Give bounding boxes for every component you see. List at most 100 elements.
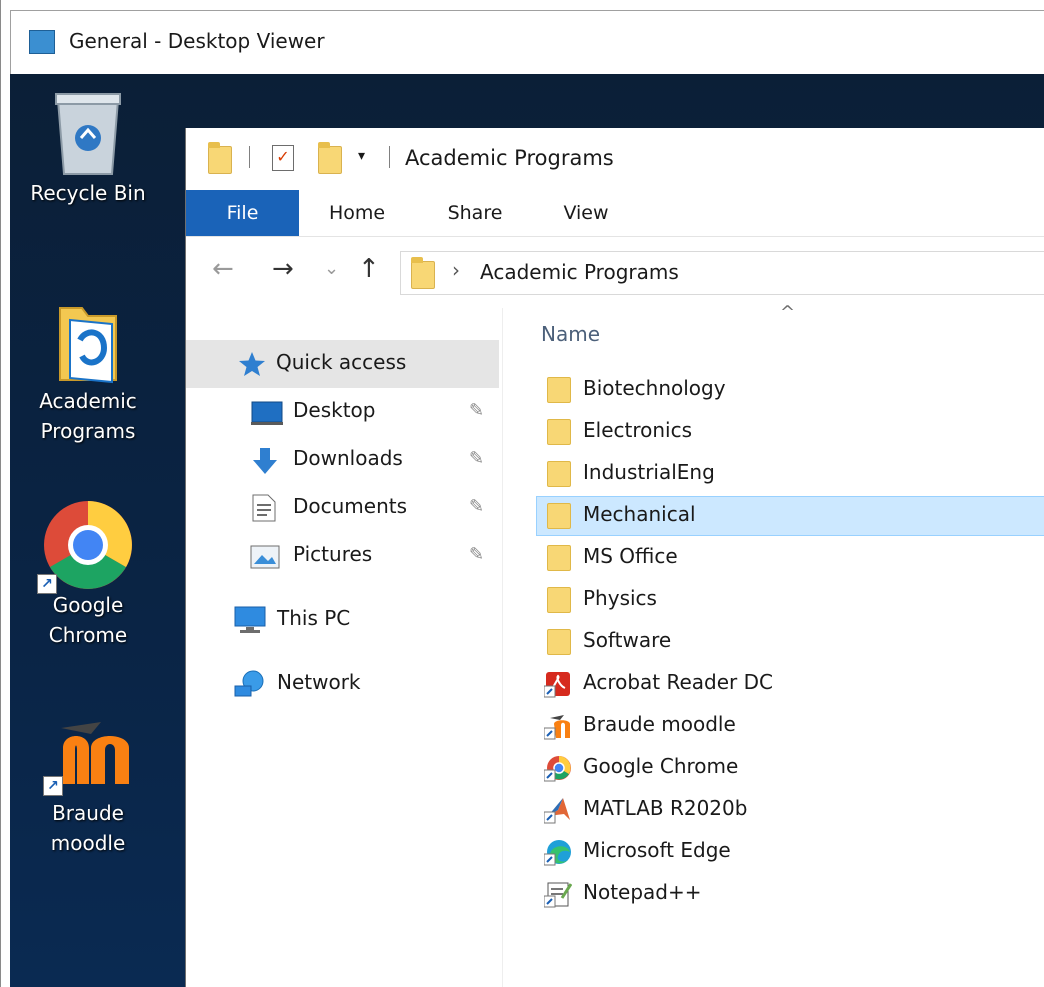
- file-name: Braude moodle: [583, 712, 736, 736]
- list-item[interactable]: Braude moodle: [536, 706, 1044, 746]
- folder-icon: [547, 461, 571, 487]
- nav-item-network[interactable]: Network: [186, 660, 499, 708]
- pin-icon[interactable]: ✎: [469, 448, 484, 469]
- navigation-pane: Quick access Desktop ✎ Downloads ✎ Docum…: [186, 308, 503, 987]
- file-name: Electronics: [583, 418, 693, 442]
- computer-icon: [234, 606, 266, 638]
- nav-item-label: This PC: [277, 606, 351, 630]
- nav-item-quick-access[interactable]: Quick access: [186, 340, 499, 388]
- list-item[interactable]: Acrobat Reader DC: [536, 664, 1044, 704]
- viewer-title: General - Desktop Viewer: [69, 29, 325, 53]
- pin-icon[interactable]: ✎: [469, 400, 484, 421]
- file-name: MS Office: [583, 544, 678, 568]
- folder-icon: [547, 377, 571, 403]
- folder-icon: [547, 419, 571, 445]
- list-item[interactable]: MATLAB R2020b: [536, 790, 1044, 830]
- network-icon: [234, 670, 266, 702]
- file-name: Notepad++: [583, 880, 702, 904]
- list-item-selected[interactable]: Mechanical: [536, 496, 1044, 536]
- document-icon: [252, 494, 276, 526]
- tab-home[interactable]: Home: [314, 190, 400, 236]
- folder-icon: [547, 545, 571, 571]
- file-name: MATLAB R2020b: [583, 796, 748, 820]
- customize-toolbar-dropdown[interactable]: ▾: [358, 148, 365, 164]
- file-explorer-window: ✓ ▾ Academic Programs File Home Share Vi…: [185, 128, 1044, 987]
- star-icon: [238, 351, 266, 381]
- folder-icon: [56, 300, 120, 386]
- desktop-icon: [251, 401, 283, 429]
- desktop-icon-label: Academic Programs: [39, 389, 137, 443]
- folder-icon: [547, 629, 571, 655]
- list-item[interactable]: Software: [536, 622, 1044, 662]
- shortcut-arrow-icon: ↗: [43, 776, 63, 796]
- recent-locations-button[interactable]: ⌄: [324, 258, 339, 279]
- file-name: Physics: [583, 586, 657, 610]
- desktop-icon-label: Braude moodle: [50, 801, 126, 855]
- nav-item-documents[interactable]: Documents ✎: [186, 484, 499, 532]
- list-item[interactable]: Notepad++: [536, 874, 1044, 914]
- nav-item-this-pc[interactable]: This PC: [186, 596, 499, 644]
- moodle-icon: [543, 712, 572, 740]
- edge-icon: [543, 838, 572, 866]
- file-list: ^ Name Biotechnology Electronics Industr…: [504, 302, 1044, 987]
- file-name: Google Chrome: [583, 754, 739, 778]
- list-item[interactable]: IndustrialEng: [536, 454, 1044, 494]
- tab-view[interactable]: View: [546, 190, 626, 236]
- desktop-icon-label: Recycle Bin: [30, 181, 146, 205]
- viewer-titlebar[interactable]: General - Desktop Viewer: [10, 10, 1044, 74]
- moodle-icon: ↗: [41, 718, 135, 796]
- list-item[interactable]: Google Chrome: [536, 748, 1044, 788]
- matlab-icon: [543, 796, 572, 824]
- nav-item-downloads[interactable]: Downloads ✎: [186, 436, 499, 484]
- recycle-bin-icon: [48, 88, 128, 178]
- address-bar-row: ← → ⌄ ↑ › Academic Programs: [186, 238, 1044, 308]
- toolbar-separator: [389, 146, 390, 168]
- nav-item-label: Documents: [293, 494, 408, 518]
- tab-share[interactable]: Share: [432, 190, 518, 236]
- nav-item-label: Desktop: [293, 398, 376, 422]
- nav-item-label: Pictures: [293, 542, 373, 566]
- new-folder-icon[interactable]: [318, 142, 342, 174]
- nav-item-pictures[interactable]: Pictures ✎: [186, 532, 499, 580]
- file-name: Software: [583, 628, 672, 652]
- up-button[interactable]: ↑: [358, 254, 380, 284]
- desktop-icon-recycle-bin[interactable]: Recycle Bin: [13, 88, 163, 208]
- folder-icon: [547, 503, 571, 529]
- folder-icon: [547, 587, 571, 613]
- list-item[interactable]: MS Office: [536, 538, 1044, 578]
- list-item[interactable]: Microsoft Edge: [536, 832, 1044, 872]
- breadcrumb-chevron[interactable]: ›: [452, 258, 460, 282]
- back-button[interactable]: ←: [212, 254, 234, 284]
- list-item[interactable]: Physics: [536, 580, 1044, 620]
- pin-icon[interactable]: ✎: [469, 544, 484, 565]
- download-arrow-icon: [250, 446, 280, 480]
- chrome-icon: ↗: [37, 500, 133, 594]
- desktop-icon-braude-moodle[interactable]: ↗ Braude moodle: [13, 718, 163, 858]
- desktop-icon-google-chrome[interactable]: ↗ Google Chrome: [13, 500, 163, 650]
- file-name: Mechanical: [583, 502, 696, 526]
- list-item[interactable]: Biotechnology: [536, 370, 1044, 410]
- list-item[interactable]: Electronics: [536, 412, 1044, 452]
- sort-ascending-icon: ^: [780, 302, 796, 323]
- breadcrumb-current[interactable]: Academic Programs: [480, 260, 679, 284]
- desktop-icon-academic-programs[interactable]: Academic Programs: [13, 300, 163, 446]
- ribbon-tabs: File Home Share View: [186, 190, 1044, 237]
- nav-item-label: Quick access: [276, 350, 407, 374]
- column-header-name[interactable]: Name: [541, 322, 600, 346]
- properties-check-icon[interactable]: ✓: [272, 145, 294, 171]
- tab-file[interactable]: File: [186, 190, 299, 236]
- pictures-icon: [250, 545, 280, 573]
- file-name: Biotechnology: [583, 376, 726, 400]
- address-bar[interactable]: › Academic Programs: [400, 251, 1044, 295]
- nav-item-label: Network: [277, 670, 361, 694]
- acrobat-icon: [543, 670, 572, 698]
- nav-item-desktop[interactable]: Desktop ✎: [186, 388, 499, 436]
- pin-icon[interactable]: ✎: [469, 496, 484, 517]
- quick-access-toolbar: ✓ ▾ Academic Programs: [186, 128, 1044, 190]
- chrome-icon: [543, 754, 572, 782]
- forward-button[interactable]: →: [272, 254, 294, 284]
- notepad-plus-plus-icon: [543, 880, 573, 908]
- shortcut-arrow-icon: ↗: [37, 574, 57, 594]
- desktop-icon-label: Google Chrome: [48, 593, 128, 647]
- file-name: Microsoft Edge: [583, 838, 731, 862]
